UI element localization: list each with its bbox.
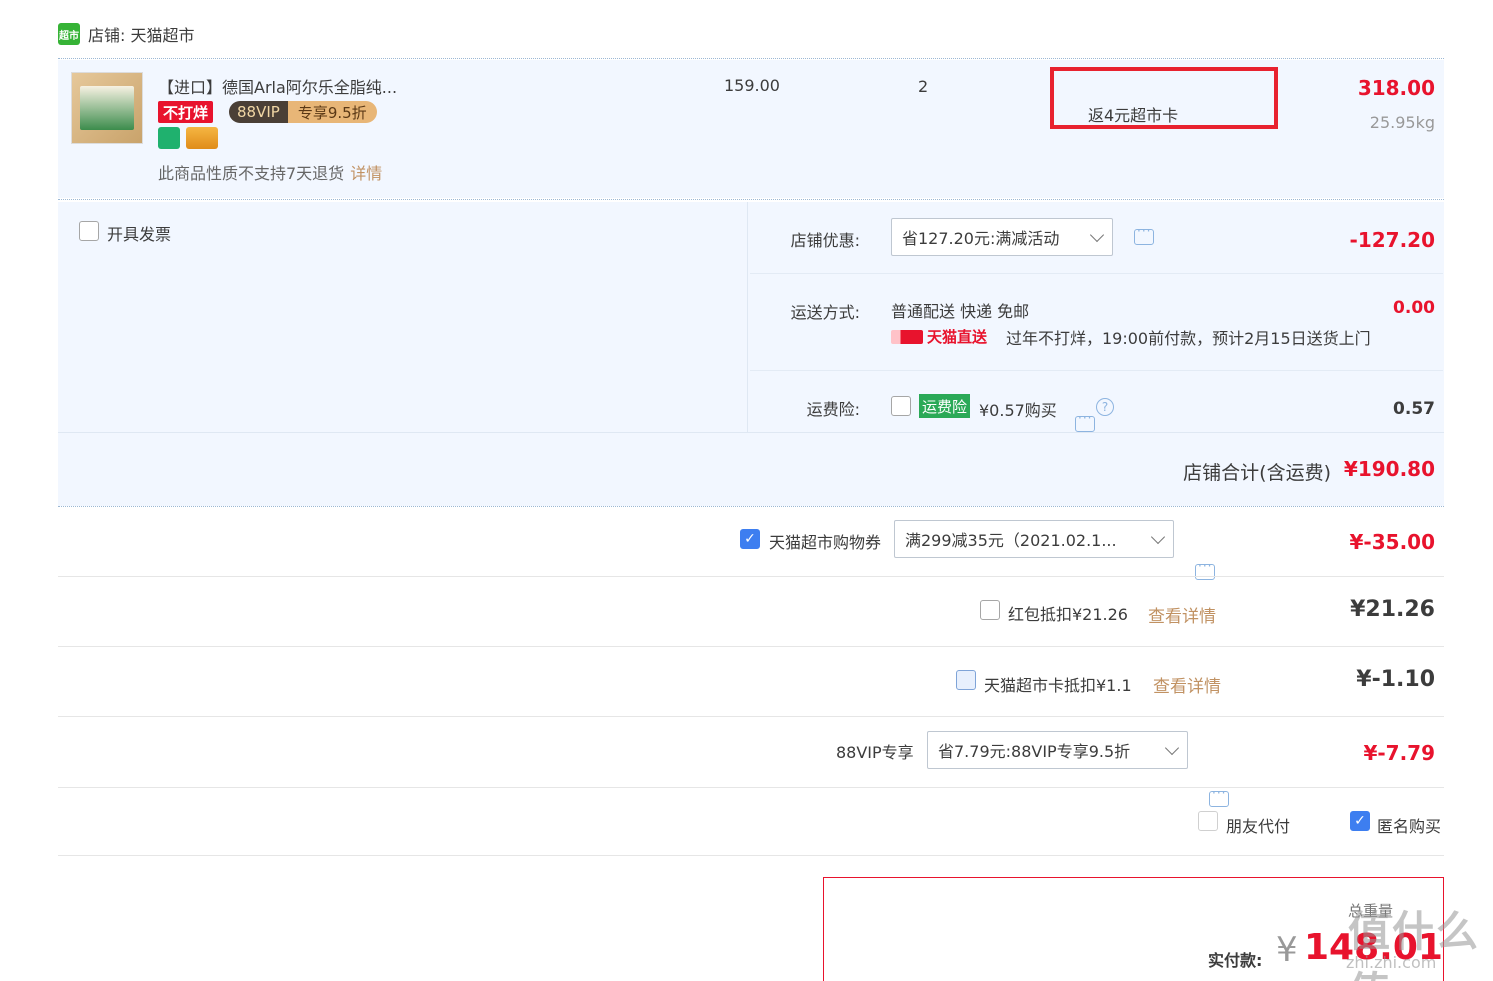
store-discount-value: 省127.20元:满减活动 — [902, 229, 1060, 248]
chevron-down-icon — [1150, 529, 1166, 544]
chat-icon[interactable] — [1209, 786, 1229, 807]
service-badge-icon — [158, 127, 180, 149]
pay-label: 实付款: — [1208, 951, 1263, 970]
product-weight: 25.95kg — [1369, 113, 1435, 132]
tmall-direct-badge: 天猫直送 — [891, 326, 987, 347]
card-badge-icon — [186, 127, 218, 149]
red-packet-amount: ¥21.26 — [1350, 597, 1435, 622]
pay-currency: ¥ — [1276, 930, 1298, 970]
chevron-down-icon — [1089, 227, 1105, 242]
product-divider — [58, 199, 1444, 200]
product-title[interactable]: 【进口】德国Arla阿尔乐全脂纯... — [158, 74, 397, 98]
coupon-label: 天猫超市购物券 — [769, 533, 882, 552]
shop-header: 超市 店铺: 天猫超市 — [58, 20, 194, 48]
red-packet-details-link[interactable]: 查看详情 — [1148, 602, 1216, 627]
coupon-amount: ¥-35.00 — [1349, 530, 1435, 554]
no-return-details-link[interactable]: 详情 — [350, 164, 382, 183]
market-card-amount: ¥-1.10 — [1356, 667, 1435, 692]
market-card-checkbox[interactable] — [956, 670, 976, 690]
vip-discount-tag: 88VIP 专享9.5折 — [229, 101, 377, 123]
market-card-label: 天猫超市卡抵扣¥1.1 — [984, 676, 1132, 695]
coupon-checkbox[interactable]: ✓ — [740, 529, 760, 549]
no-break-tag: 不打烊 — [158, 101, 214, 123]
watermark-url: zhi.zhi.com — [1346, 953, 1437, 972]
shop-total-value: ¥190.80 — [1343, 457, 1435, 481]
no-return-notice: 此商品性质不支持7天退货 详情 — [158, 160, 382, 184]
red-packet-label: 红包抵扣¥21.26 — [1008, 605, 1128, 624]
shop-total-divider — [58, 506, 1444, 507]
store-discount-label: 店铺优惠: — [790, 231, 860, 250]
shop-divider — [58, 58, 1444, 59]
friend-pay-checkbox[interactable] — [1198, 811, 1218, 831]
market-card-details-link[interactable]: 查看详情 — [1153, 672, 1221, 697]
store-discount-amount: -127.20 — [1349, 228, 1435, 252]
chevron-down-icon — [1164, 740, 1180, 755]
shipping-amount: 0.00 — [1393, 298, 1435, 318]
row-divider — [58, 855, 1444, 856]
no-return-text: 此商品性质不支持7天退货 — [158, 164, 345, 183]
chat-icon[interactable] — [1134, 224, 1154, 245]
anonymous-label: 匿名购买 — [1377, 817, 1442, 836]
shop-name[interactable]: 店铺: 天猫超市 — [88, 22, 194, 46]
shipping-note: 过年不打烊，19:00前付款，预计2月15日送货上门 — [1006, 329, 1371, 348]
tmall-market-logo-icon: 超市 — [58, 23, 80, 45]
vip-discount-select[interactable]: 省7.79元:88VIP专享9.5折 — [927, 731, 1188, 769]
rebate-text: 返4元超市卡 — [1088, 106, 1179, 125]
vip-tag-right: 专享9.5折 — [287, 101, 377, 123]
vip-discount-amount: ¥-7.79 — [1363, 741, 1435, 765]
red-packet-checkbox[interactable] — [980, 600, 1000, 620]
row-divider — [750, 370, 1443, 371]
row-divider — [750, 273, 1443, 274]
coupon-select[interactable]: 满299减35元（2021.02.1... — [894, 520, 1174, 558]
row-divider — [58, 646, 1444, 647]
vip-discount-label: 88VIP专享 — [836, 743, 914, 762]
chat-icon[interactable] — [1195, 559, 1215, 580]
insurance-tag: 运费险 — [919, 394, 971, 418]
tmall-direct-text: 天猫直送 — [927, 328, 988, 346]
chat-icon[interactable] — [1075, 411, 1095, 432]
vip-discount-value: 省7.79元:88VIP专享9.5折 — [938, 742, 1131, 761]
help-icon[interactable]: ? — [1096, 398, 1114, 416]
row-divider — [58, 576, 1444, 577]
product-thumbnail[interactable] — [71, 72, 143, 144]
vip-tag-left: 88VIP — [229, 101, 288, 123]
insurance-label: 运费险: — [806, 400, 860, 419]
delivery-truck-icon — [891, 329, 923, 344]
insurance-amount: 0.57 — [1393, 399, 1435, 419]
quantity: 2 — [918, 77, 929, 96]
insurance-checkbox[interactable] — [891, 396, 911, 416]
coupon-value: 满299减35元（2021.02.1... — [905, 531, 1117, 550]
store-discount-select[interactable]: 省127.20元:满减活动 — [891, 218, 1113, 256]
unit-price: 159.00 — [724, 76, 780, 95]
shop-total-label: 店铺合计(含运费) — [1183, 462, 1331, 484]
invoice-label: 开具发票 — [107, 225, 172, 244]
insurance-price: ¥0.57购买 — [979, 401, 1057, 420]
options-divider — [58, 432, 1444, 433]
row-divider — [58, 716, 1444, 717]
invoice-checkbox[interactable] — [79, 221, 99, 241]
anonymous-checkbox[interactable]: ✓ — [1350, 811, 1370, 831]
row-divider — [58, 787, 1444, 788]
friend-pay-label: 朋友代付 — [1226, 817, 1291, 836]
line-total: 318.00 — [1357, 76, 1435, 100]
shipping-method: 普通配送 快递 免邮 — [891, 302, 1030, 321]
shipping-label: 运送方式: — [790, 303, 860, 322]
